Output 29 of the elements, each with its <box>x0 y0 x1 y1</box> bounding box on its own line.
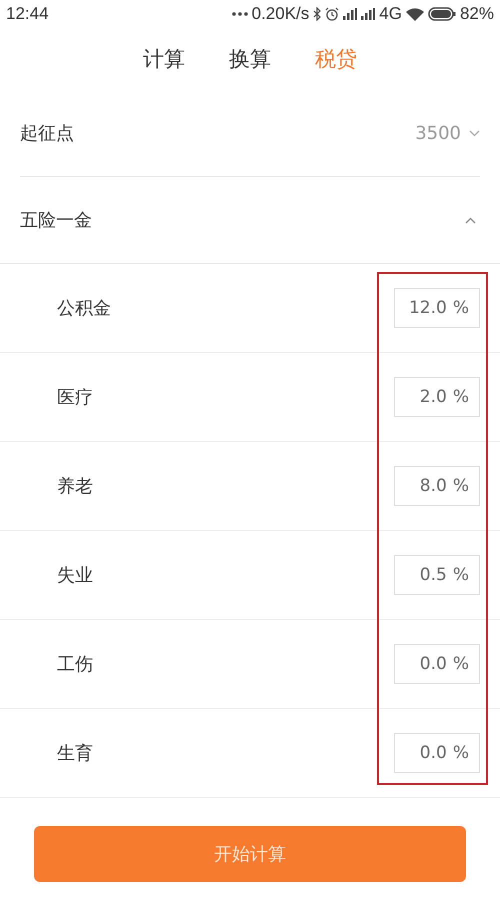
bluetooth-icon <box>313 7 322 21</box>
battery-level: 82% <box>460 4 494 24</box>
wifi-icon <box>406 8 424 20</box>
chevron-up-icon[interactable] <box>465 216 476 224</box>
network-speed: 0.20K/s <box>252 4 310 24</box>
setting-label: 起征点 <box>20 122 74 145</box>
network-type: 4G <box>379 4 402 24</box>
more-icon <box>232 12 248 16</box>
rate-field[interactable]: 0.5 % <box>394 555 480 595</box>
signal-icon <box>343 8 358 20</box>
rate-field[interactable]: 0.0 % <box>394 644 480 684</box>
item-label: 生育 <box>57 742 93 765</box>
tab[interactable]: 换算 <box>229 45 271 73</box>
tab[interactable]: 计算 <box>143 45 185 73</box>
rate-field[interactable]: 12.0 % <box>394 288 480 328</box>
item-label: 医疗 <box>57 386 93 409</box>
battery-icon <box>428 7 456 21</box>
item-label: 工伤 <box>57 653 93 676</box>
item-label: 公积金 <box>57 297 111 320</box>
rate-field[interactable]: 0.0 % <box>394 733 480 773</box>
rate-field[interactable]: 8.0 % <box>394 466 480 506</box>
chevron-down-icon[interactable] <box>469 130 480 136</box>
item-label: 失业 <box>57 564 93 587</box>
item-label: 养老 <box>57 475 93 498</box>
signal-icon <box>361 8 376 20</box>
clock-time: 12:44 <box>6 4 49 24</box>
alarm-icon <box>325 7 340 21</box>
section-label: 五险一金 <box>20 209 92 232</box>
rate-field[interactable]: 2.0 % <box>394 377 480 417</box>
